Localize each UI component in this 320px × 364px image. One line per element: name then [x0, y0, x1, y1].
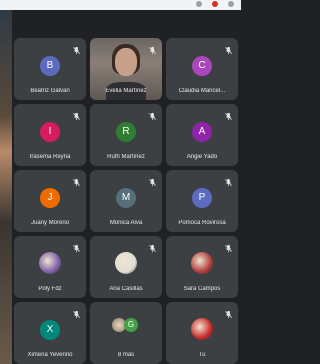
avatar: J — [40, 188, 60, 208]
avatar: X — [40, 320, 60, 340]
participant-tile[interactable]: I Irasema Reyna — [14, 104, 86, 166]
participant-tile[interactable]: P Pomoca Rovirosa — [166, 170, 238, 232]
participant-tile[interactable]: Ana Casillas — [90, 236, 162, 298]
participant-name: Monica Alva — [109, 220, 143, 226]
avatar: P — [192, 188, 212, 208]
participant-name: Beatriz Galvan — [30, 88, 70, 94]
mic-off-icon — [72, 240, 81, 253]
avatar: I — [40, 122, 60, 142]
avatar: A — [192, 122, 212, 142]
avatar: C — [192, 56, 212, 76]
avatar — [115, 252, 137, 274]
participant-name: Pomoca Rovirosa — [178, 220, 226, 226]
mic-off-icon — [72, 174, 81, 187]
mic-off-icon — [72, 108, 81, 121]
participant-tile[interactable]: Sara Campos — [166, 236, 238, 298]
background-video-edge — [0, 10, 12, 364]
participant-tile[interactable]: B Beatriz Galvan — [14, 38, 86, 100]
participant-name: Evelia Martínez — [105, 88, 147, 94]
participant-name: Angie Yado — [186, 154, 218, 160]
mic-off-icon — [148, 108, 157, 121]
more-participants-tile[interactable]: G 8 más — [90, 302, 162, 364]
avatar — [39, 252, 61, 274]
mic-off-icon — [224, 174, 233, 187]
avatar: B — [40, 56, 60, 76]
status-dot-icon — [228, 1, 234, 7]
mic-off-icon — [224, 306, 233, 319]
avatar: R — [116, 122, 136, 142]
participant-tile[interactable]: J Juany Moreno — [14, 170, 86, 232]
participant-tile[interactable]: M Monica Alva — [90, 170, 162, 232]
participant-name: Claudia Maricel... — [178, 88, 226, 94]
participant-name: 8 más — [117, 352, 135, 358]
mic-off-icon — [224, 108, 233, 121]
participant-name: Poly Fdz — [38, 286, 62, 292]
participant-name: Sara Campos — [183, 286, 221, 292]
avatar: M — [116, 188, 136, 208]
participant-tile[interactable]: Evelia Martínez — [90, 38, 162, 100]
status-dot-icon — [196, 1, 202, 7]
mic-off-icon — [148, 174, 157, 187]
participant-name: Ximena Yeverino — [27, 352, 73, 358]
participant-name: Irasema Reyna — [29, 154, 71, 160]
mic-off-icon — [148, 240, 157, 253]
participant-tile[interactable]: C Claudia Maricel... — [166, 38, 238, 100]
participant-name: Ruth Martínez — [107, 154, 145, 160]
participant-tile[interactable]: Poly Fdz — [14, 236, 86, 298]
participant-tile[interactable]: Tú — [166, 302, 238, 364]
participant-name: Juany Moreno — [30, 220, 70, 226]
participant-tile[interactable]: X Ximena Yeverino — [14, 302, 86, 364]
avatar — [191, 318, 213, 340]
participant-grid: B Beatriz Galvan Evelia Martínez C Claudia M… — [14, 38, 238, 364]
mic-off-icon — [148, 42, 157, 55]
participant-name: Tú — [198, 352, 206, 358]
avatar — [191, 252, 213, 274]
more-avatars: G — [112, 318, 140, 332]
participant-name: Ana Casillas — [109, 286, 143, 292]
mic-off-icon — [72, 42, 81, 55]
participant-tile[interactable]: A Angie Yado — [166, 104, 238, 166]
mic-off-icon — [224, 42, 233, 55]
participant-tile[interactable]: R Ruth Martínez — [90, 104, 162, 166]
avatar: G — [124, 318, 138, 332]
mic-off-icon — [224, 240, 233, 253]
mic-off-icon — [72, 306, 81, 319]
record-dot-icon — [212, 1, 218, 7]
browser-top-bar — [0, 0, 241, 10]
